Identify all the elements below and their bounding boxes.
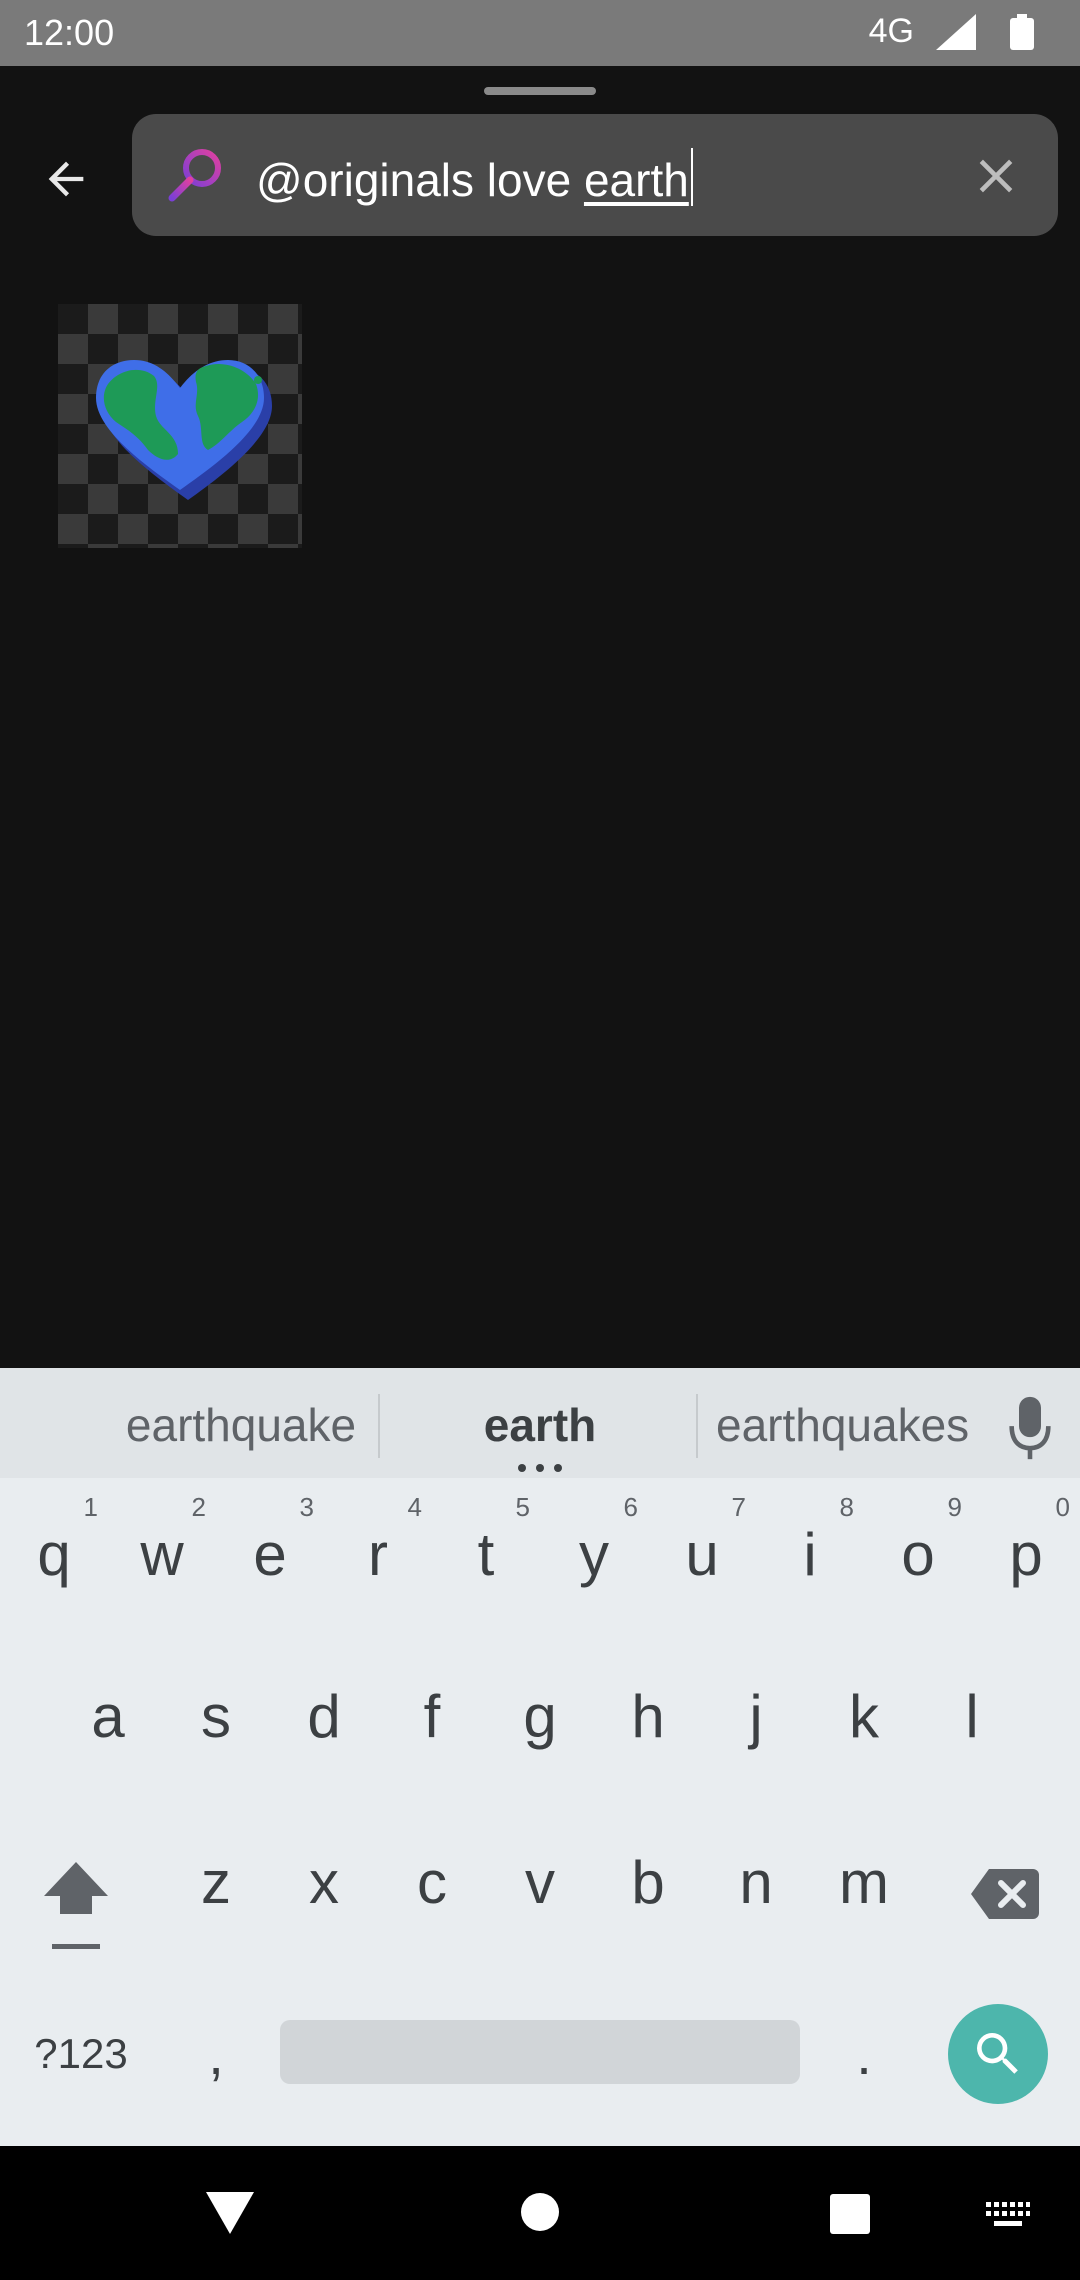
- suggestion-strip: earthquake earth earthquakes: [0, 1368, 1080, 1478]
- status-bar: 12:00 4G: [0, 0, 1080, 66]
- square-recents-icon[interactable]: [830, 2194, 870, 2234]
- drag-handle[interactable]: [484, 87, 596, 95]
- suggestion-center[interactable]: earth: [400, 1398, 680, 1452]
- key-f[interactable]: f: [378, 1640, 486, 1790]
- triangle-back-icon[interactable]: [206, 2192, 254, 2234]
- key-c[interactable]: c: [378, 1806, 486, 1956]
- keyboard-search-key[interactable]: [948, 2004, 1048, 2104]
- key-b[interactable]: b: [594, 1806, 702, 1956]
- key-z[interactable]: z: [162, 1806, 270, 1956]
- soft-keyboard: earthquake earth earthquakes 1q 2w 3e 4r…: [0, 1368, 1080, 2146]
- earth-heart-sticker: [96, 360, 272, 500]
- key-t[interactable]: 5t: [432, 1478, 540, 1628]
- shift-key[interactable]: [20, 1850, 132, 1962]
- query-text: @originals love: [256, 154, 584, 206]
- key-l[interactable]: l: [918, 1640, 1026, 1790]
- network-type: 4G: [868, 12, 914, 50]
- more-suggestions-dots: [518, 1464, 562, 1472]
- status-time: 12:00: [24, 12, 115, 53]
- key-d[interactable]: d: [270, 1640, 378, 1790]
- symbols-key[interactable]: ?123: [16, 2004, 146, 2104]
- period-key[interactable]: .: [824, 2004, 904, 2104]
- arrow-left-icon: [48, 161, 84, 197]
- suggestion-divider: [696, 1394, 698, 1458]
- close-icon[interactable]: [968, 148, 1024, 204]
- key-x[interactable]: x: [270, 1806, 378, 1956]
- key-y[interactable]: 6y: [540, 1478, 648, 1628]
- sticker-search-sheet: @originals love earth: [0, 66, 1080, 1368]
- key-v[interactable]: v: [486, 1806, 594, 1956]
- key-a[interactable]: a: [54, 1640, 162, 1790]
- circle-home-icon[interactable]: [520, 2192, 560, 2232]
- shift-icon: [44, 1862, 108, 1949]
- key-s[interactable]: s: [162, 1640, 270, 1790]
- key-p[interactable]: 0p: [972, 1478, 1080, 1628]
- key-g[interactable]: g: [486, 1640, 594, 1790]
- composing-text: earth: [583, 154, 689, 206]
- comma-key[interactable]: ,: [176, 2004, 256, 2104]
- key-h[interactable]: h: [594, 1640, 702, 1790]
- key-j[interactable]: j: [702, 1640, 810, 1790]
- search-input[interactable]: @originals love earth: [256, 148, 693, 207]
- microphone-icon[interactable]: [1008, 1396, 1052, 1460]
- search-field[interactable]: @originals love earth: [132, 114, 1058, 236]
- suggestion-left[interactable]: earthquake: [118, 1398, 364, 1452]
- back-button[interactable]: [28, 141, 104, 217]
- key-k[interactable]: k: [810, 1640, 918, 1790]
- key-q[interactable]: 1q: [0, 1478, 108, 1628]
- key-w[interactable]: 2w: [108, 1478, 216, 1628]
- backspace-icon: [971, 1869, 1039, 1919]
- key-m[interactable]: m: [810, 1806, 918, 1956]
- search-icon: [168, 149, 221, 202]
- key-e[interactable]: 3e: [216, 1478, 324, 1628]
- key-r[interactable]: 4r: [324, 1478, 432, 1628]
- suggestion-right[interactable]: earthquakes: [716, 1398, 969, 1452]
- signal-icon: [936, 14, 976, 50]
- search-icon: [977, 2033, 1018, 2074]
- battery-icon: [1010, 14, 1034, 50]
- space-key[interactable]: [280, 2020, 800, 2084]
- text-cursor: [690, 148, 693, 206]
- key-u[interactable]: 7u: [648, 1478, 756, 1628]
- navigation-bar: [0, 2146, 1080, 2280]
- sticker-result-earth-heart[interactable]: [58, 304, 302, 548]
- key-n[interactable]: n: [702, 1806, 810, 1956]
- suggestion-divider: [378, 1394, 380, 1458]
- key-o[interactable]: 9o: [864, 1478, 972, 1628]
- keyboard-icon[interactable]: [986, 2202, 1030, 2228]
- backspace-key[interactable]: [960, 1852, 1050, 1936]
- key-i[interactable]: 8i: [756, 1478, 864, 1628]
